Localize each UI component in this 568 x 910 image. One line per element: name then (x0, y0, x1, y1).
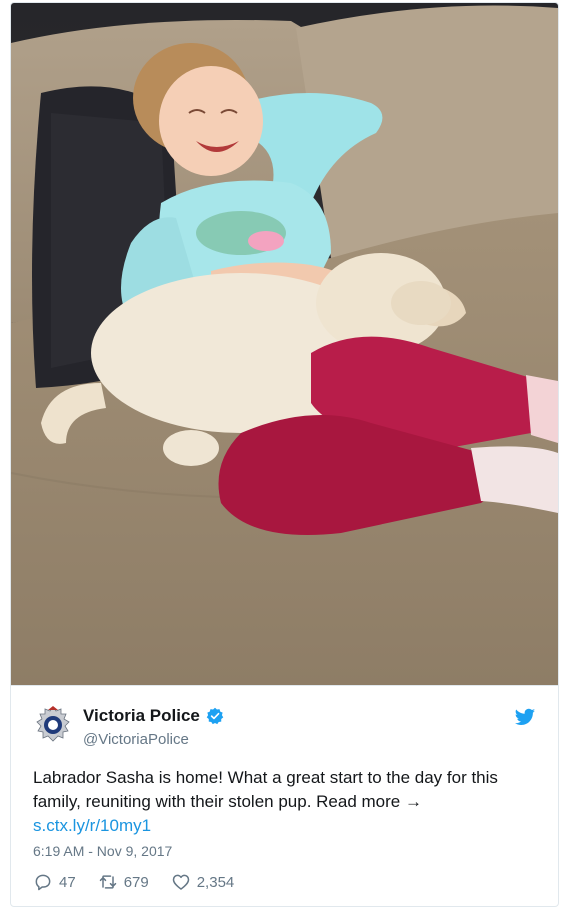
tweet-text-line-2: family, reuniting with their stolen pup.… (33, 792, 422, 811)
tweet-actions: 47 679 2,354 (33, 872, 256, 892)
heart-icon (172, 874, 189, 890)
tweet-card: Victoria Police @VictoriaPolice Labrador… (10, 2, 559, 907)
author-handle[interactable]: @VictoriaPolice (83, 731, 189, 748)
reply-icon (35, 874, 51, 891)
verified-badge-icon (206, 707, 224, 725)
retweet-button[interactable]: 679 (98, 872, 149, 892)
retweet-icon (99, 875, 116, 889)
like-count: 2,354 (196, 873, 235, 891)
tweet-photo[interactable] (11, 3, 558, 685)
author-display-name[interactable]: Victoria Police (83, 706, 200, 726)
retweet-count: 679 (123, 873, 149, 891)
tweet-text-line-1: Labrador Sasha is home! What a great sta… (33, 768, 498, 787)
victoria-police-badge-avatar[interactable] (33, 705, 73, 745)
author-name-row[interactable]: Victoria Police (83, 706, 224, 726)
twitter-bird-icon[interactable] (514, 706, 536, 728)
tweet-text: Labrador Sasha is home! What a great sta… (33, 766, 538, 838)
tweet-body: Victoria Police @VictoriaPolice Labrador… (11, 685, 558, 906)
tweet-timestamp[interactable]: 6:19 AM - Nov 9, 2017 (33, 843, 172, 859)
like-button[interactable]: 2,354 (171, 872, 235, 892)
tweet-link[interactable]: s.ctx.ly/r/10my1 (33, 814, 538, 838)
reply-count: 47 (59, 873, 76, 891)
reply-button[interactable]: 47 (33, 872, 76, 892)
